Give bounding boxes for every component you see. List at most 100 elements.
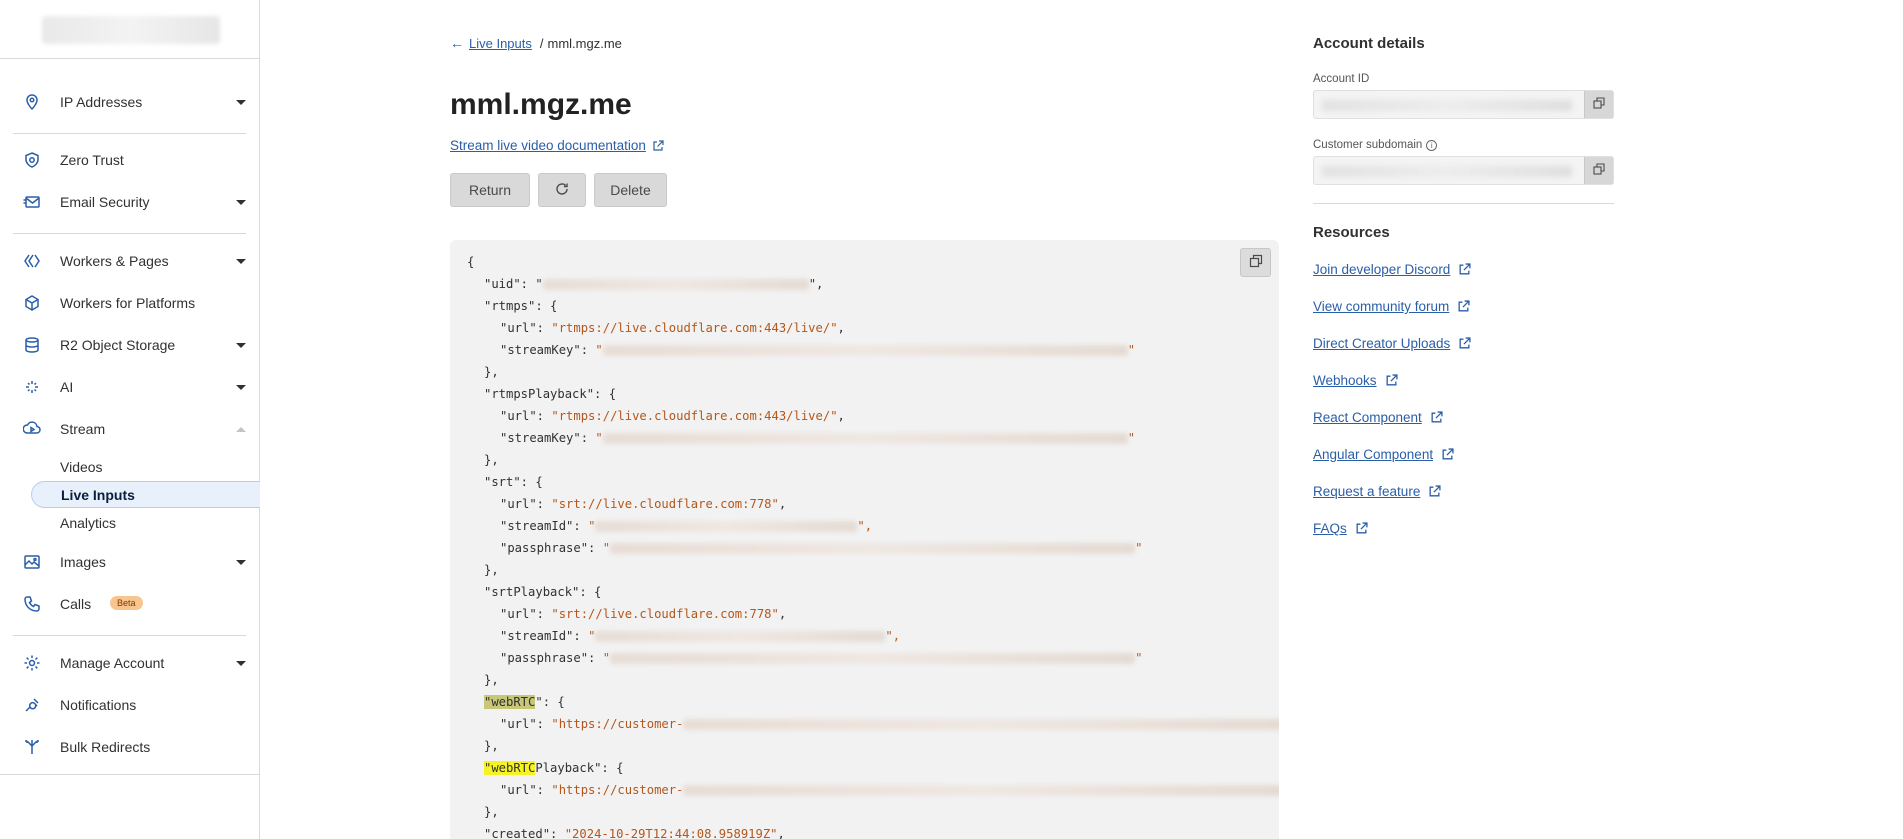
json-line-webrtc: "webRTC": { — [484, 695, 565, 709]
json-line: "passphrase": " " — [500, 651, 1143, 665]
redacted-value — [602, 345, 1128, 356]
sidebar-item-bulk-redirects[interactable]: Bulk Redirects — [13, 729, 246, 765]
sidebar-item-label: Stream — [60, 421, 106, 437]
beta-badge: Beta — [110, 596, 143, 610]
resource-link-angular-component[interactable]: Angular Component — [1313, 447, 1454, 462]
sidebar-divider — [13, 133, 246, 134]
json-line: }, — [484, 673, 499, 687]
copy-subdomain-button[interactable] — [1584, 157, 1613, 184]
sidebar-subitem-analytics[interactable]: Analytics — [31, 509, 260, 536]
json-line: "passphrase": " " — [500, 541, 1143, 555]
return-button[interactable]: Return — [450, 173, 530, 207]
search-highlight-current: "webRTC — [484, 695, 536, 709]
json-line: "rtmpsPlayback": { — [484, 387, 617, 401]
json-line: "rtmps": { — [484, 299, 558, 313]
chevron-down-icon — [236, 560, 246, 565]
sidebar-item-images[interactable]: Images — [13, 544, 246, 580]
resource-link-faqs[interactable]: FAQs — [1313, 521, 1368, 536]
sparkles-icon — [23, 378, 41, 396]
sidebar-item-email-security[interactable]: Email Security — [13, 184, 246, 220]
info-icon[interactable]: i — [1426, 139, 1438, 151]
account-id-field[interactable] — [1313, 90, 1614, 119]
gear-icon — [23, 654, 41, 672]
copy-json-button[interactable] — [1240, 248, 1271, 277]
external-link-icon — [652, 139, 664, 152]
external-link-icon — [1428, 485, 1441, 498]
notifications-icon — [23, 696, 41, 714]
chevron-up-icon — [236, 427, 246, 432]
chevron-down-icon — [236, 100, 246, 105]
sidebar-divider — [13, 233, 246, 234]
sidebar-divider — [0, 58, 259, 59]
resource-link-discord[interactable]: Join developer Discord — [1313, 262, 1471, 277]
sidebar-divider — [0, 774, 259, 775]
sidebar-item-label: Workers & Pages — [60, 253, 169, 269]
stream-docs-link[interactable]: Stream live video documentation — [450, 138, 664, 153]
sidebar-subitem-live-inputs[interactable]: Live Inputs — [31, 481, 260, 508]
chevron-down-icon — [236, 661, 246, 666]
chevron-down-icon — [236, 343, 246, 348]
redacted-value — [1322, 166, 1572, 177]
stream-icon — [22, 420, 41, 438]
json-line: "url": "srt://live.cloudflare.com:778", — [500, 497, 787, 511]
sidebar-item-label: Bulk Redirects — [60, 739, 151, 755]
chevron-down-icon — [236, 385, 246, 390]
right-panel-divider — [1313, 203, 1614, 204]
sidebar-item-ai[interactable]: AI — [13, 369, 246, 405]
external-link-icon — [1458, 263, 1471, 276]
refresh-button[interactable] — [538, 173, 586, 207]
workers-icon — [23, 252, 41, 270]
copy-icon — [1249, 254, 1263, 271]
account-details-title: Account details — [1313, 35, 1425, 52]
sidebar-item-label: AI — [60, 379, 74, 395]
redacted-value — [595, 631, 886, 642]
customer-subdomain-field[interactable] — [1313, 156, 1614, 185]
sidebar-item-workers-pages[interactable]: Workers & Pages — [13, 243, 246, 279]
json-line: "streamKey": " " — [500, 431, 1136, 445]
account-name-blurred[interactable] — [42, 16, 220, 44]
sidebar-divider — [13, 635, 246, 636]
json-line: }, — [484, 453, 499, 467]
sidebar-subitem-videos[interactable]: Videos — [31, 453, 260, 480]
sidebar-item-label: Notifications — [60, 697, 137, 713]
json-line: }, — [484, 365, 499, 379]
resource-link-direct-creator-uploads[interactable]: Direct Creator Uploads — [1313, 336, 1471, 351]
json-line-webrtc-playback: "webRTCPlayback": { — [484, 761, 624, 775]
resource-link-webhooks[interactable]: Webhooks — [1313, 373, 1398, 388]
json-line: "url": "rtmps://live.cloudflare.com:443/… — [500, 321, 845, 335]
resource-link-request-feature[interactable]: Request a feature — [1313, 484, 1441, 499]
phone-icon — [23, 595, 41, 613]
sidebar-item-zero-trust[interactable]: Zero Trust — [13, 142, 246, 178]
sidebar-item-r2-object-storage[interactable]: R2 Object Storage — [13, 327, 246, 363]
redacted-value — [1322, 100, 1572, 111]
live-input-json-viewer: { "uid": " ", "rtmps": { "url": "rtmps://… — [450, 240, 1279, 839]
sidebar-item-calls[interactable]: Calls Beta — [13, 586, 246, 622]
sidebar-item-notifications[interactable]: Notifications — [13, 687, 246, 723]
sidebar-item-workers-for-platforms[interactable]: Workers for Platforms — [13, 285, 246, 321]
sidebar-item-stream[interactable]: Stream — [13, 411, 246, 447]
email-icon — [23, 193, 41, 211]
breadcrumb-current: mml.mgz.me — [547, 35, 622, 51]
redacted-value — [542, 279, 809, 290]
json-line: "srt": { — [484, 475, 543, 489]
resource-link-community-forum[interactable]: View community forum — [1313, 299, 1470, 314]
arrow-left-icon: ← — [450, 35, 464, 51]
breadcrumb: ← Live Inputs / mml.mgz.me — [450, 35, 622, 51]
sidebar-item-label: Email Security — [60, 194, 150, 210]
redirects-icon — [23, 738, 41, 756]
sidebar-item-manage-account[interactable]: Manage Account — [13, 645, 246, 681]
copy-account-id-button[interactable] — [1584, 91, 1613, 118]
resource-link-react-component[interactable]: React Component — [1313, 410, 1443, 425]
json-line: "url": "https://customer- — [500, 714, 1279, 734]
account-id-label: Account ID — [1313, 73, 1370, 85]
redacted-value — [610, 543, 1136, 554]
redacted-value — [595, 521, 858, 532]
refresh-icon — [555, 182, 569, 199]
copy-icon — [1593, 162, 1605, 180]
sidebar-item-label: Manage Account — [60, 655, 165, 671]
json-line: "streamId": " ", — [500, 629, 901, 643]
breadcrumb-live-inputs-link[interactable]: Live Inputs — [469, 36, 532, 51]
chevron-down-icon — [236, 200, 246, 205]
delete-button[interactable]: Delete — [594, 173, 667, 207]
sidebar-item-ip-addresses[interactable]: IP Addresses — [13, 84, 246, 120]
